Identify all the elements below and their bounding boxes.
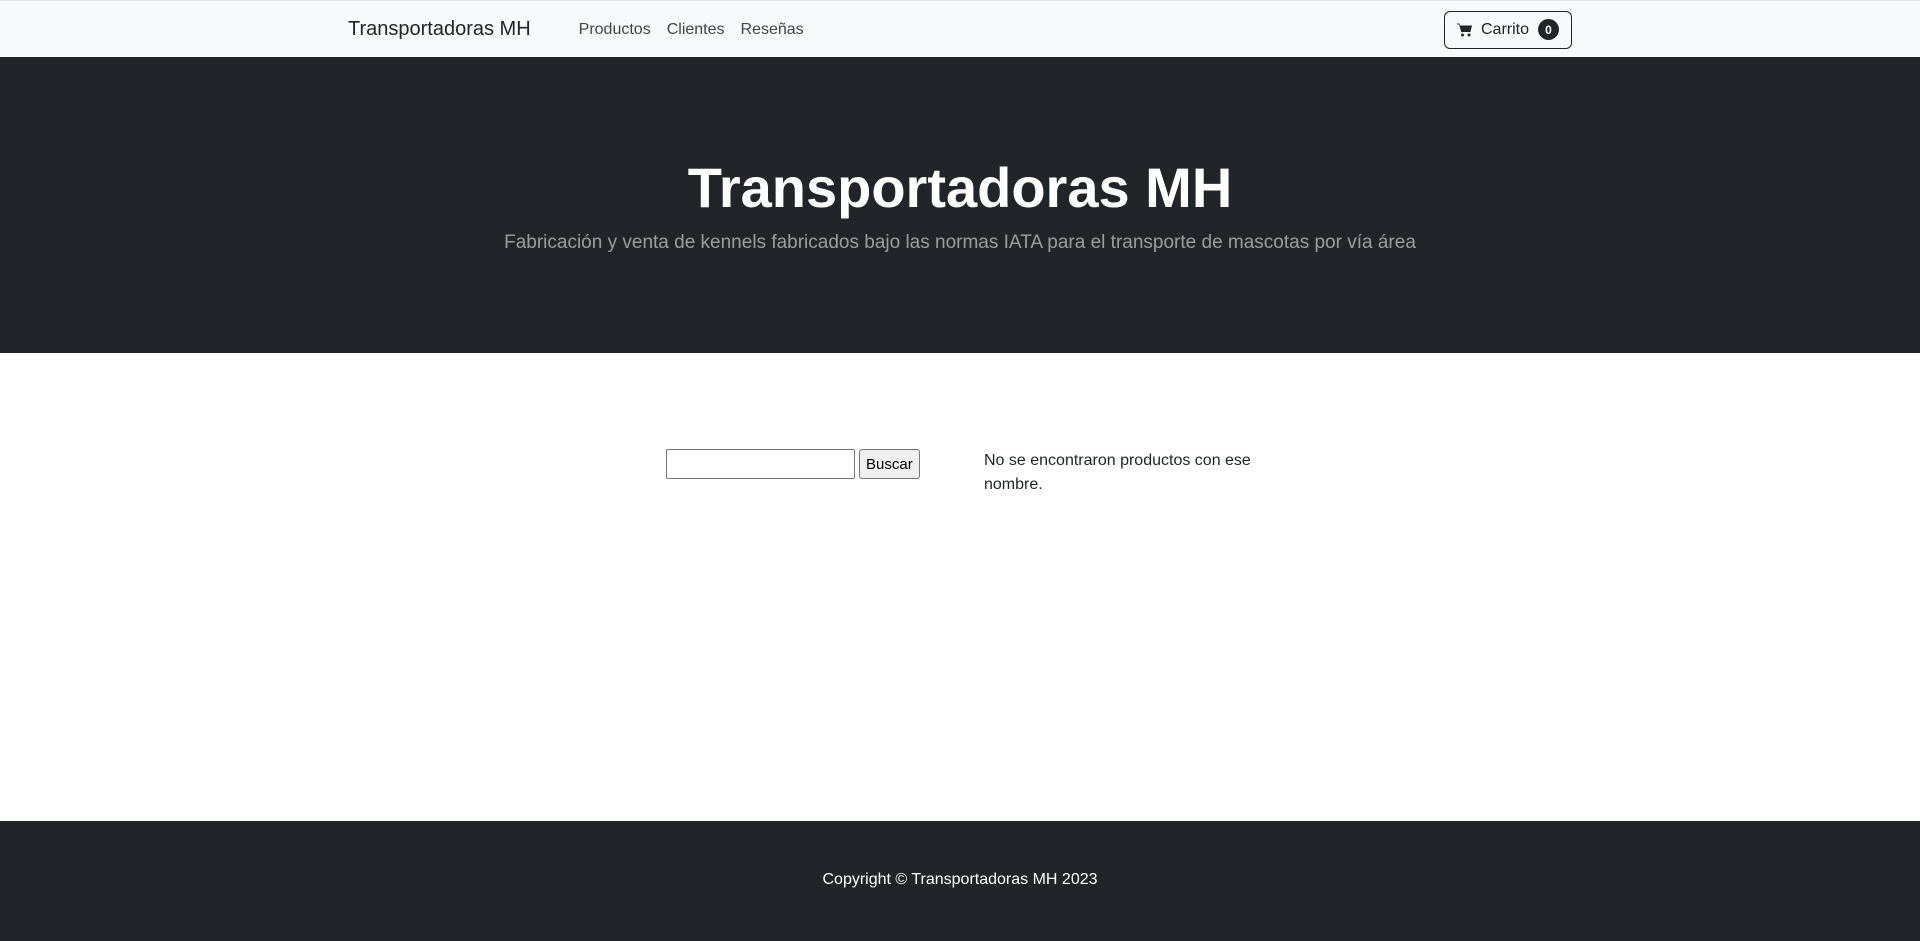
hero-title: Transportadoras MH — [687, 156, 1233, 219]
search-form: Buscar — [666, 449, 920, 479]
cart-count-badge: 0 — [1538, 19, 1559, 40]
cart-label: Carrito — [1480, 20, 1529, 38]
search-button[interactable]: Buscar — [859, 449, 920, 479]
navbar: Transportadoras MH Productos Clientes Re… — [0, 0, 1920, 57]
navbar-container: Transportadoras MH Productos Clientes Re… — [348, 1, 1572, 58]
main-content: Buscar No se encontraron productos con e… — [0, 353, 1920, 821]
nav-links: Productos Clientes Reseñas — [579, 21, 820, 39]
footer: Copyright © Transportadoras MH 2023 — [0, 821, 1920, 941]
cart-button[interactable]: Carrito 0 — [1443, 10, 1572, 49]
search-input[interactable] — [666, 449, 855, 479]
hero-subtitle: Fabricación y venta de kennels fabricado… — [504, 232, 1416, 253]
brand-link[interactable]: Transportadoras MH — [348, 18, 531, 41]
hero-header: Transportadoras MH Fabricación y venta d… — [0, 57, 1920, 353]
footer-copyright: Copyright © Transportadoras MH 2023 — [822, 871, 1098, 888]
nav-link-clientes[interactable]: Clientes — [667, 21, 725, 39]
nav-link-productos[interactable]: Productos — [579, 21, 651, 39]
no-results-message: No se encontraron productos con ese nomb… — [984, 452, 1251, 493]
cart-icon — [1456, 22, 1473, 38]
nav-link-resenas[interactable]: Reseñas — [741, 21, 804, 39]
